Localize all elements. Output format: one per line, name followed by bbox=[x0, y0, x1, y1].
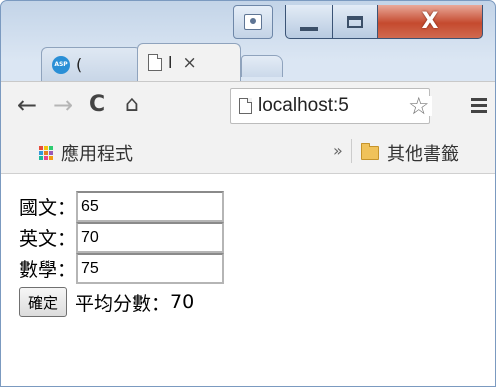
asp-icon: ASP bbox=[52, 55, 70, 74]
bookmark-star-icon[interactable]: ☆ bbox=[406, 94, 432, 118]
browser-window: X ASP ( l × ← → C ⌂ localhost:5 ☆ 應用程式 » bbox=[0, 0, 496, 387]
new-tab-button[interactable] bbox=[241, 55, 283, 77]
home-icon[interactable]: ⌂ bbox=[125, 92, 139, 118]
chinese-label: 國文： bbox=[19, 197, 77, 219]
average-label: 平均分數： bbox=[75, 292, 171, 315]
reload-icon[interactable]: C bbox=[89, 92, 105, 118]
english-score-input[interactable] bbox=[76, 222, 225, 253]
english-label: 英文： bbox=[19, 228, 77, 250]
apps-label: 應用程式 bbox=[61, 144, 133, 165]
bookmarks-overflow-icon[interactable]: » bbox=[333, 141, 343, 160]
forward-icon[interactable]: → bbox=[53, 92, 73, 118]
close-window-button[interactable]: X bbox=[377, 5, 483, 39]
address-text[interactable]: localhost:5 bbox=[258, 95, 349, 117]
minimize-button[interactable] bbox=[285, 5, 333, 39]
folder-icon bbox=[361, 143, 379, 160]
other-bookmarks[interactable]: 其他書籤 bbox=[361, 140, 459, 166]
tab-close-icon[interactable]: × bbox=[182, 53, 196, 73]
maximize-icon bbox=[347, 15, 363, 28]
chinese-row: 國文： bbox=[19, 191, 225, 222]
maximize-button[interactable] bbox=[332, 5, 378, 39]
page-info-icon[interactable] bbox=[239, 98, 252, 114]
user-icon bbox=[244, 14, 262, 30]
confirm-button[interactable]: 確定 bbox=[19, 287, 68, 317]
page-content: 國文： 英文： 數學： 確定 平均分數： 70 bbox=[1, 174, 495, 386]
back-icon[interactable]: ← bbox=[17, 92, 37, 118]
submit-row: 確定 平均分數： 70 bbox=[19, 287, 194, 317]
toolbar: ← → C ⌂ localhost:5 ☆ bbox=[1, 81, 495, 130]
close-icon: X bbox=[421, 9, 439, 34]
tab-label: ( bbox=[76, 55, 83, 74]
minimize-icon bbox=[300, 26, 318, 31]
apps-grid-icon bbox=[39, 146, 53, 160]
bookmarks-bar: 應用程式 » 其他書籤 bbox=[1, 129, 495, 174]
tab-active-page[interactable]: l × bbox=[137, 43, 241, 81]
user-profile-button[interactable] bbox=[233, 5, 273, 39]
math-row: 數學： bbox=[19, 253, 225, 284]
address-bar[interactable]: localhost:5 bbox=[230, 88, 430, 124]
tab-label: l bbox=[168, 53, 173, 72]
average-value: 70 bbox=[170, 291, 195, 313]
tab-asp[interactable]: ASP ( bbox=[41, 47, 141, 81]
apps-shortcut[interactable]: 應用程式 bbox=[39, 140, 133, 166]
chinese-score-input[interactable] bbox=[76, 191, 225, 222]
math-label: 數學： bbox=[19, 259, 77, 281]
math-score-input[interactable] bbox=[76, 253, 225, 284]
english-row: 英文： bbox=[19, 222, 225, 253]
other-bookmarks-label: 其他書籤 bbox=[387, 144, 459, 165]
divider bbox=[351, 139, 352, 163]
menu-icon[interactable] bbox=[471, 98, 487, 116]
page-icon bbox=[148, 54, 162, 71]
